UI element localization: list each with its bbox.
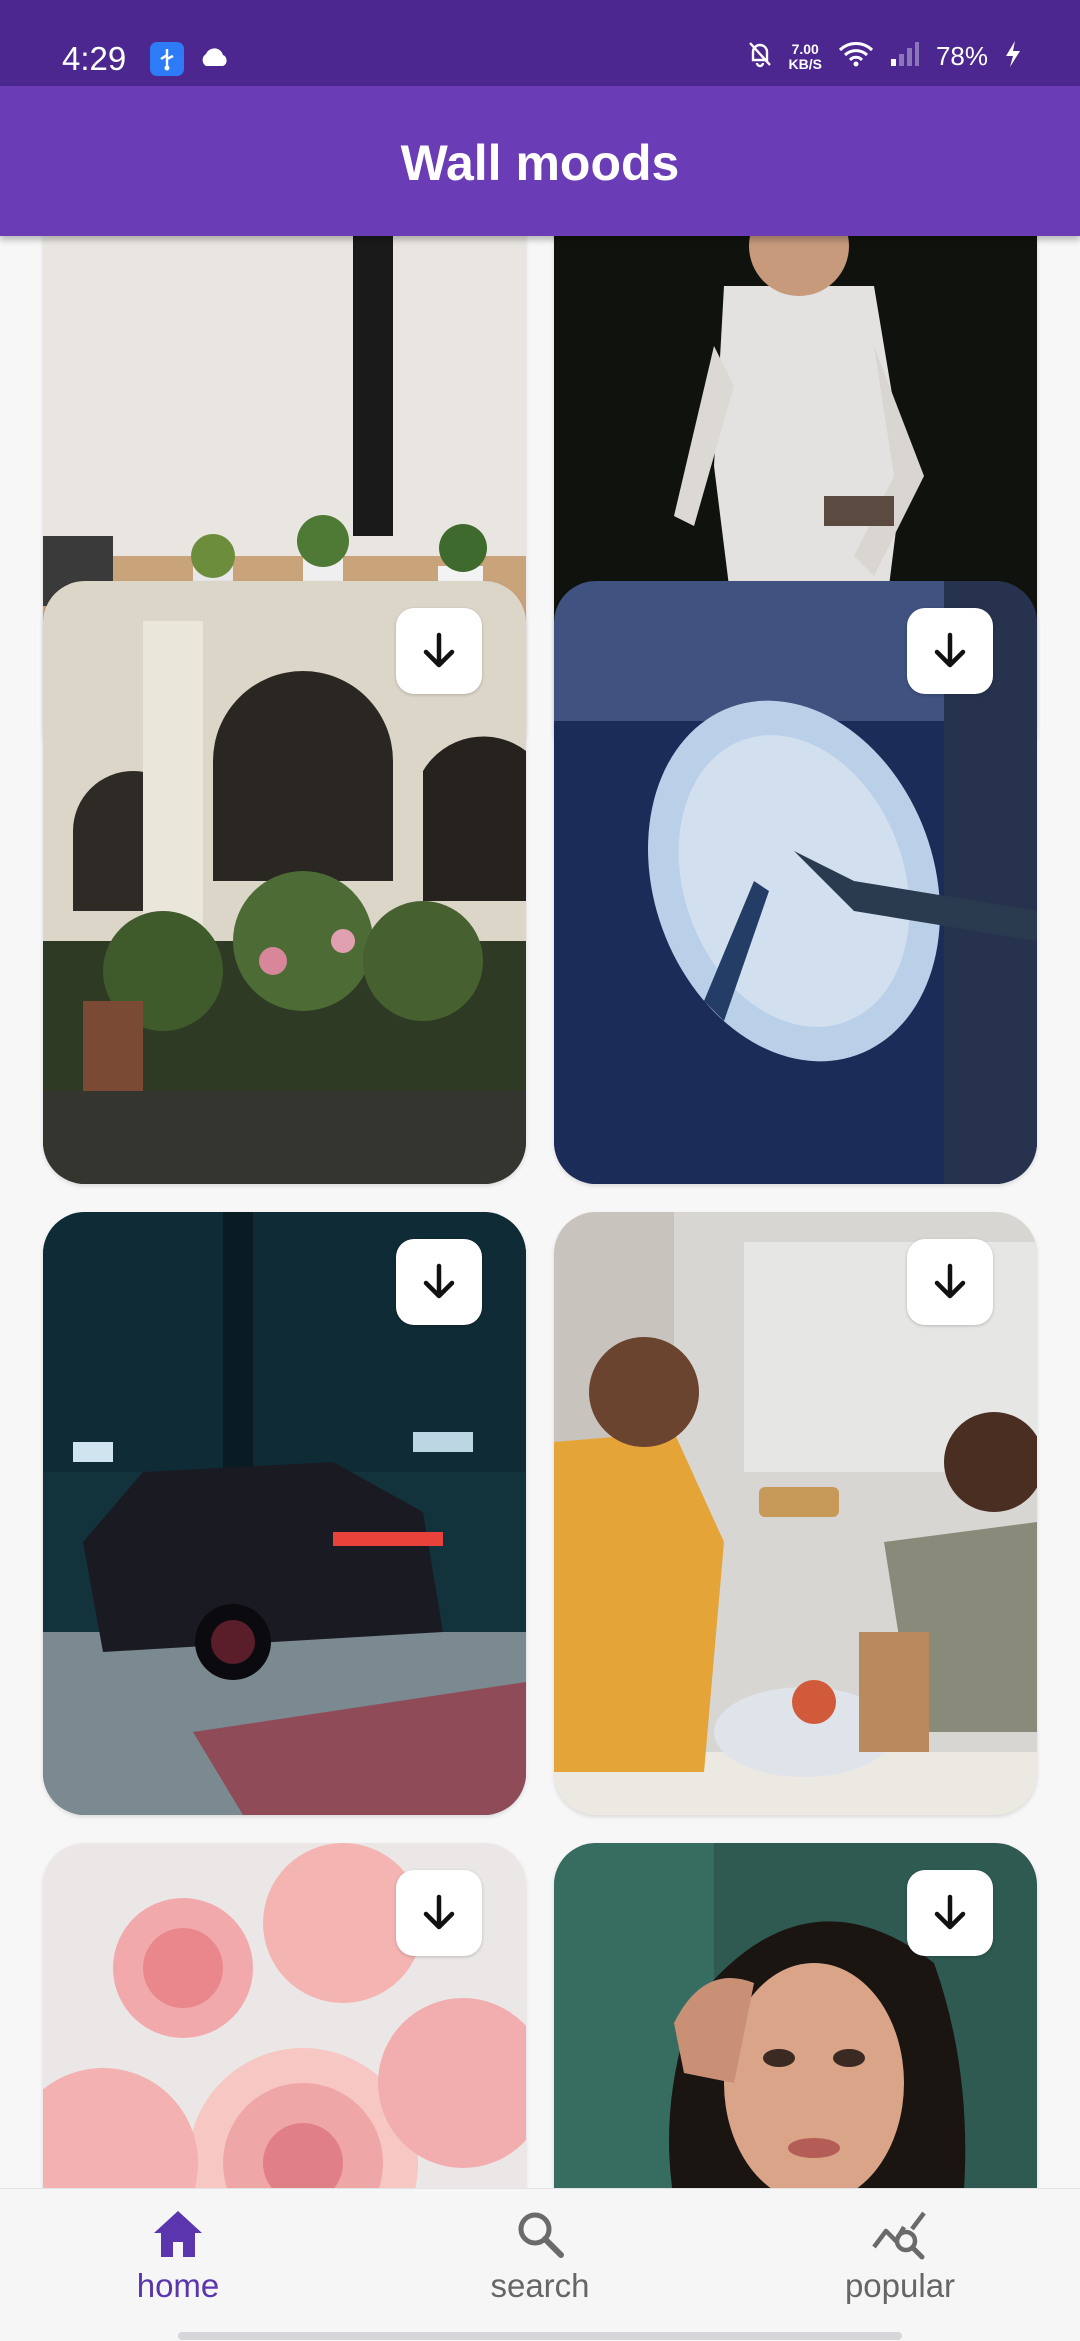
wallpaper-card[interactable] [43,1212,526,1815]
download-button[interactable] [396,1239,482,1325]
download-arrow-icon [423,1894,455,1930]
cloud-icon [198,46,230,73]
wallpaper-grid[interactable] [0,236,1080,2188]
wallpaper-card[interactable] [43,1843,526,2188]
mute-bell-icon [747,40,773,73]
wifi-icon [838,41,874,72]
system-gesture-bar[interactable] [178,2332,902,2340]
network-speed-unit: KB/S [788,55,822,72]
wallpaper-card[interactable] [554,1843,1037,2188]
nav-popular[interactable]: popular [790,2207,1010,2305]
nav-search[interactable]: search [430,2207,650,2305]
bottom-navigation: home search popular [0,2188,1080,2341]
nav-home[interactable]: home [68,2207,288,2305]
download-arrow-icon [423,1263,455,1299]
nav-search-label: search [490,2267,590,2304]
network-speed: 7.00 KB/S [788,40,822,72]
status-bar: 4:29 7.00 KB/S 78% [0,0,1080,86]
download-button[interactable] [907,1870,993,1956]
nav-home-label: home [136,2267,220,2304]
page-title: Wall moods [400,135,680,191]
home-icon [154,2211,202,2257]
wallpaper-card[interactable] [554,581,1037,1184]
download-button[interactable] [396,608,482,694]
search-icon [518,2212,564,2258]
download-arrow-icon [934,1263,966,1299]
download-button[interactable] [396,1870,482,1956]
battery-level: 78% [935,41,988,71]
download-arrow-icon [934,1894,966,1930]
download-arrow-icon [423,632,455,668]
wallpaper-card[interactable] [554,1212,1037,1815]
charging-icon [1004,40,1022,73]
usb-icon [150,42,184,76]
download-button[interactable] [907,1239,993,1325]
download-button[interactable] [907,608,993,694]
status-right-icons: 7.00 KB/S 78% [747,40,1023,73]
trending-icon [872,2211,926,2260]
wallpaper-card[interactable] [43,581,526,1184]
signal-icon [890,41,920,72]
status-left-icons [150,42,230,76]
nav-popular-label: popular [844,2267,956,2304]
status-time: 4:29 [62,40,127,77]
app-bar: Wall moods [0,86,1080,236]
network-speed-value: 7.00 [791,40,819,57]
download-arrow-icon [934,632,966,668]
